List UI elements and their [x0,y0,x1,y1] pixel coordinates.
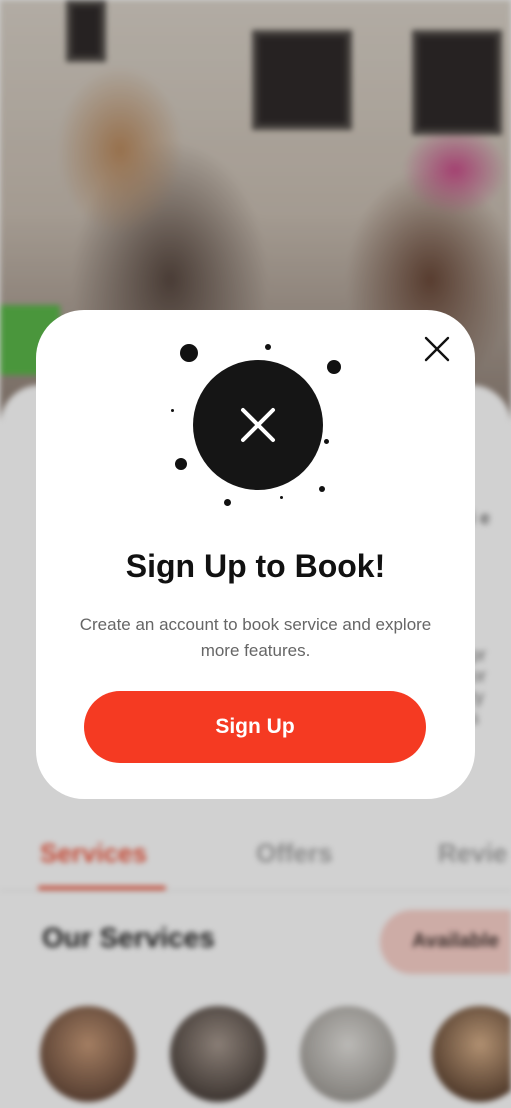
decor-dot [280,496,283,499]
decor-dot [324,439,329,444]
status-circle [193,360,323,490]
modal-description: Create an account to book service and ex… [79,615,432,660]
close-icon[interactable] [422,334,452,364]
x-circle-icon [241,408,275,442]
decor-dot [265,344,271,350]
decor-dot [171,409,174,412]
signup-modal: Sign Up to Book! Create an account to bo… [36,310,475,799]
signup-button[interactable]: Sign Up [84,691,426,763]
decor-dot [224,499,231,506]
modal-title: Sign Up to Book! [125,548,386,584]
decor-dot [175,458,187,470]
decor-dot [327,360,341,374]
